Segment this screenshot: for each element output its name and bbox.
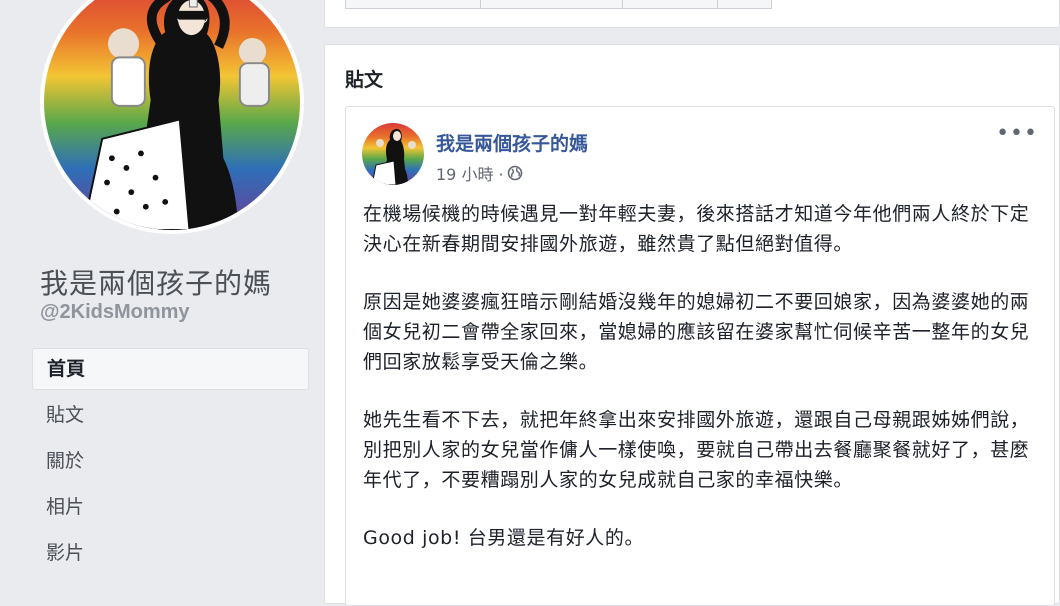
- nav-item-photos[interactable]: 相片: [32, 486, 309, 532]
- post-time-text: 19 小時 ·: [436, 165, 504, 184]
- tab-button[interactable]: [717, 0, 772, 9]
- tab-button[interactable]: [480, 0, 623, 9]
- post-timestamp[interactable]: 19 小時 ·: [436, 161, 523, 185]
- nav-item-posts[interactable]: 貼文: [32, 394, 309, 440]
- post-paragraph: 原因是她婆婆瘋狂暗示剛結婚沒幾年的媳婦初二不要回娘家，因為婆婆她的兩個女兒初二會…: [363, 291, 1030, 373]
- post-author-name[interactable]: 我是兩個孩子的媽: [436, 129, 588, 156]
- post-card: 我是兩個孩子的媽 19 小時 · ••• 在機場候機的時候遇見一對年輕夫妻，後來…: [345, 106, 1055, 606]
- page-handle[interactable]: @2KidsMommy: [40, 301, 190, 324]
- profile-illustration: [81, 0, 270, 230]
- nav-item-videos[interactable]: 影片: [32, 532, 309, 578]
- nav-item-home[interactable]: 首頁: [32, 348, 309, 390]
- profile-picture[interactable]: [40, 0, 304, 234]
- avatar-illustration: [371, 129, 416, 185]
- tab-button[interactable]: [622, 0, 718, 9]
- page-nav: 首頁 貼文 關於 相片 影片: [32, 348, 309, 578]
- post-paragraph: 在機場候機的時候遇見一對年輕夫妻，後來搭話才知道今年他們兩人終於下定決心在新春期…: [363, 203, 1030, 255]
- post-paragraph: Good job! 台男還是有好人的。: [363, 527, 645, 549]
- more-icon[interactable]: •••: [996, 123, 1038, 145]
- post-paragraph: 她先生看不下去，就把年終拿出來安排國外旅遊，還跟自己母親跟姊姊們說，別把別人家的…: [363, 409, 1030, 491]
- tab-button[interactable]: [345, 0, 481, 9]
- page-tab-bar: [324, 0, 1060, 28]
- post-author-avatar[interactable]: [362, 123, 424, 185]
- globe-icon: [507, 165, 522, 181]
- posts-heading: 貼文: [345, 69, 384, 91]
- nav-item-about[interactable]: 關於: [32, 440, 309, 486]
- post-body: 在機場候機的時候遇見一對年輕夫妻，後來搭話才知道今年他們兩人終於下定決心在新春期…: [363, 199, 1043, 581]
- page-name: 我是兩個孩子的媽: [40, 267, 273, 300]
